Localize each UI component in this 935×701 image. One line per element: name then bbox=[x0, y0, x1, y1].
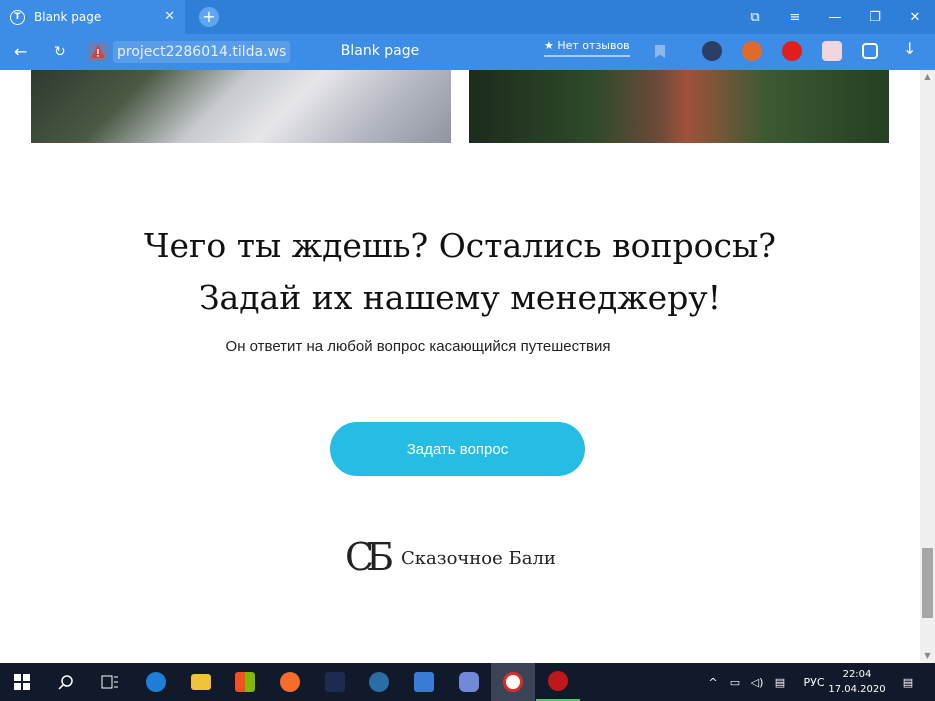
explorer-icon[interactable] bbox=[179, 663, 223, 701]
extensions-icon[interactable] bbox=[862, 43, 878, 59]
tab-title: Blank page bbox=[34, 10, 102, 24]
clock[interactable]: 22:04 17.04.2020 bbox=[827, 667, 887, 697]
extension-cat-icon[interactable] bbox=[822, 41, 842, 61]
page-title: Blank page bbox=[340, 43, 420, 59]
page-content: Чего ты ждешь? Остались вопросы? Задай и… bbox=[0, 70, 920, 663]
headline-line2: Задай их нашему менеджеру! bbox=[199, 278, 721, 317]
app-icon[interactable] bbox=[536, 663, 580, 701]
reload-icon[interactable]: ↻ bbox=[54, 44, 66, 60]
back-icon[interactable]: ← bbox=[14, 42, 27, 61]
restore-button[interactable]: ❐ bbox=[855, 0, 895, 34]
logo-text: Сказочное Бали bbox=[401, 548, 556, 569]
tab-bar: T Blank page ✕ + ⧉ ≡ — ❐ ✕ bbox=[0, 0, 935, 34]
scroll-up-icon[interactable]: ▲ bbox=[920, 70, 935, 84]
bookmarks-panel-icon[interactable]: ⧉ bbox=[735, 0, 775, 34]
discord-icon[interactable] bbox=[447, 663, 491, 701]
origin-icon[interactable] bbox=[268, 663, 312, 701]
downloads-icon[interactable]: ↓ bbox=[903, 39, 923, 59]
system-tray: ^ ▭ ◁) ▤ РУС bbox=[702, 663, 836, 701]
start-icon[interactable] bbox=[0, 663, 44, 701]
network-icon[interactable]: ▭ bbox=[724, 676, 746, 689]
photo-jungle bbox=[469, 70, 889, 143]
extension-fire-icon[interactable] bbox=[742, 41, 762, 61]
tilda-icon: T bbox=[10, 9, 25, 25]
reviews-button[interactable]: ★ Нет отзывов bbox=[544, 39, 630, 57]
keyboard-icon[interactable]: ▤ bbox=[768, 676, 792, 689]
tab-active[interactable]: T Blank page ✕ bbox=[0, 0, 185, 34]
search-icon[interactable] bbox=[44, 663, 88, 701]
ask-question-button[interactable]: Задать вопрос bbox=[330, 422, 585, 476]
clock-date: 17.04.2020 bbox=[828, 684, 886, 695]
volume-icon[interactable]: ◁) bbox=[746, 676, 768, 689]
yandex-browser-icon[interactable] bbox=[491, 663, 535, 701]
steam-icon[interactable] bbox=[357, 663, 401, 701]
menu-icon[interactable]: ≡ bbox=[775, 0, 815, 34]
headline-line1: Чего ты ждешь? Остались вопросы? bbox=[144, 226, 776, 265]
game-icon[interactable] bbox=[313, 663, 357, 701]
toolbox-icon[interactable] bbox=[402, 663, 446, 701]
close-window-button[interactable]: ✕ bbox=[895, 0, 935, 34]
tray-chevron-icon[interactable]: ^ bbox=[702, 676, 724, 689]
tab-close-icon[interactable]: ✕ bbox=[164, 9, 175, 24]
cta-subtitle: Он ответит на любой вопрос касающийся пу… bbox=[225, 338, 611, 355]
new-tab-button[interactable]: + bbox=[199, 7, 219, 27]
url-field[interactable]: project2286014.tilda.ws bbox=[113, 41, 291, 63]
notifications-icon[interactable]: ▤ bbox=[896, 663, 920, 701]
task-view-icon[interactable] bbox=[88, 663, 132, 701]
window-controls: ⧉ ≡ — ❐ ✕ bbox=[735, 0, 935, 34]
logo-mark: СБ bbox=[345, 535, 394, 579]
extension-adblock-icon[interactable] bbox=[782, 41, 802, 61]
minimize-button[interactable]: — bbox=[815, 0, 855, 34]
store-icon[interactable] bbox=[223, 663, 267, 701]
clock-time: 22:04 bbox=[842, 669, 872, 680]
cta-headline: Чего ты ждешь? Остались вопросы? Задай и… bbox=[0, 220, 920, 324]
edge-icon[interactable] bbox=[134, 663, 178, 701]
security-warning-icon[interactable] bbox=[88, 42, 108, 62]
extension-globe-icon[interactable] bbox=[702, 41, 722, 61]
taskbar: ^ ▭ ◁) ▤ РУС 22:04 17.04.2020 ▤ bbox=[0, 663, 935, 701]
scroll-thumb[interactable] bbox=[922, 548, 933, 618]
scroll-down-icon[interactable]: ▼ bbox=[920, 649, 935, 663]
page-scrollbar[interactable]: ▲ ▼ bbox=[920, 70, 935, 663]
photo-bed bbox=[31, 70, 451, 143]
